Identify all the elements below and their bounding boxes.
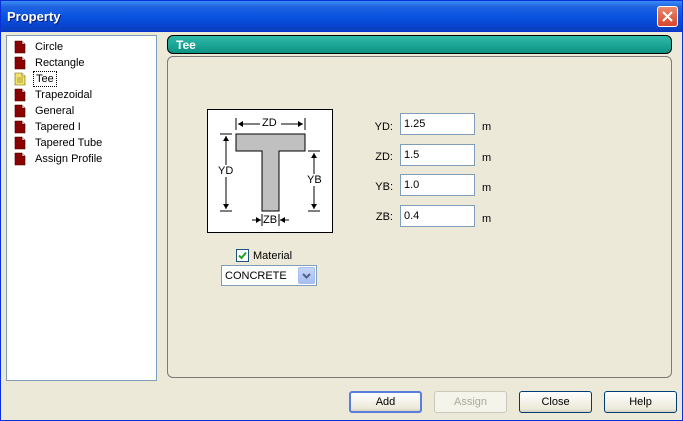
dimension-label-zb: ZB: [263, 214, 278, 226]
yb-input[interactable]: [400, 174, 475, 196]
tree-item-label: Tapered I: [35, 121, 81, 133]
dropdown-button[interactable]: [298, 267, 315, 284]
close-window-button[interactable]: [657, 6, 678, 27]
assign-button[interactable]: Assign: [434, 391, 507, 413]
tree-item-tapered-i[interactable]: Tapered I: [13, 119, 83, 135]
close-button[interactable]: Close: [519, 391, 592, 413]
tree-item-circle[interactable]: Circle: [13, 39, 65, 55]
tree-item-tapered-tube[interactable]: Tapered Tube: [13, 135, 104, 151]
tree-item-label: Tee: [33, 71, 57, 87]
page-icon: [13, 120, 27, 134]
material-checkbox-row[interactable]: Material: [236, 249, 292, 262]
property-dialog: Property Circle Rectangle Tee Trapezoida…: [0, 0, 683, 421]
checkmark-icon: [238, 251, 247, 260]
page-icon: [13, 40, 27, 54]
dimension-label-yd: YD: [218, 165, 234, 177]
unit-label: m: [482, 182, 492, 194]
field-label-yb: YB:: [375, 181, 393, 193]
zb-input[interactable]: [400, 205, 475, 227]
title-bar[interactable]: Property: [1, 1, 682, 32]
unit-label: m: [482, 121, 492, 133]
zd-input[interactable]: [400, 144, 475, 166]
page-icon: [13, 152, 27, 166]
tree-item-label: Circle: [35, 41, 64, 53]
tree-item-rectangle[interactable]: Rectangle: [13, 55, 87, 71]
field-label-zb: ZB:: [375, 211, 393, 223]
material-label: Material: [253, 249, 293, 262]
tree-item-label: Assign Profile: [35, 153, 103, 165]
chevron-down-icon: [302, 272, 311, 279]
tree-item-label: General: [35, 105, 75, 117]
add-button[interactable]: Add: [349, 391, 422, 413]
window-title: Property: [7, 9, 61, 24]
tree-item-tee[interactable]: Tee: [13, 71, 57, 87]
tree-item-trapezoidal[interactable]: Trapezoidal: [13, 87, 94, 103]
material-select[interactable]: CONCRETE: [221, 265, 317, 286]
tee-section-diagram: ZD YD YB ZB: [207, 109, 333, 233]
page-icon: [13, 88, 27, 102]
section-tree: Circle Rectangle Tee Trapezoidal General: [6, 35, 157, 381]
field-label-yd: YD:: [374, 121, 393, 133]
material-checkbox[interactable]: [236, 249, 249, 262]
dimension-label-yb: YB: [307, 174, 322, 186]
unit-label: m: [482, 152, 492, 164]
tree-item-general[interactable]: General: [13, 103, 76, 119]
close-icon: [662, 11, 673, 22]
page-icon: [13, 104, 27, 118]
tree-item-label: Rectangle: [35, 57, 85, 69]
tree-item-label: Tapered Tube: [35, 137, 103, 149]
unit-label: m: [482, 213, 492, 225]
material-select-value: CONCRETE: [225, 270, 287, 282]
panel-header: Tee: [167, 35, 672, 54]
page-icon: [13, 56, 27, 70]
yd-input[interactable]: [400, 113, 475, 135]
page-icon: [13, 136, 27, 150]
help-button[interactable]: Help: [604, 391, 677, 413]
tree-item-label: Trapezoidal: [35, 89, 93, 101]
selected-page-icon: [13, 72, 27, 86]
field-label-zd: ZD:: [375, 151, 393, 163]
panel-title: Tee: [176, 38, 196, 52]
dimension-label-zd: ZD: [262, 117, 277, 129]
tree-item-assign-profile[interactable]: Assign Profile: [13, 151, 104, 167]
